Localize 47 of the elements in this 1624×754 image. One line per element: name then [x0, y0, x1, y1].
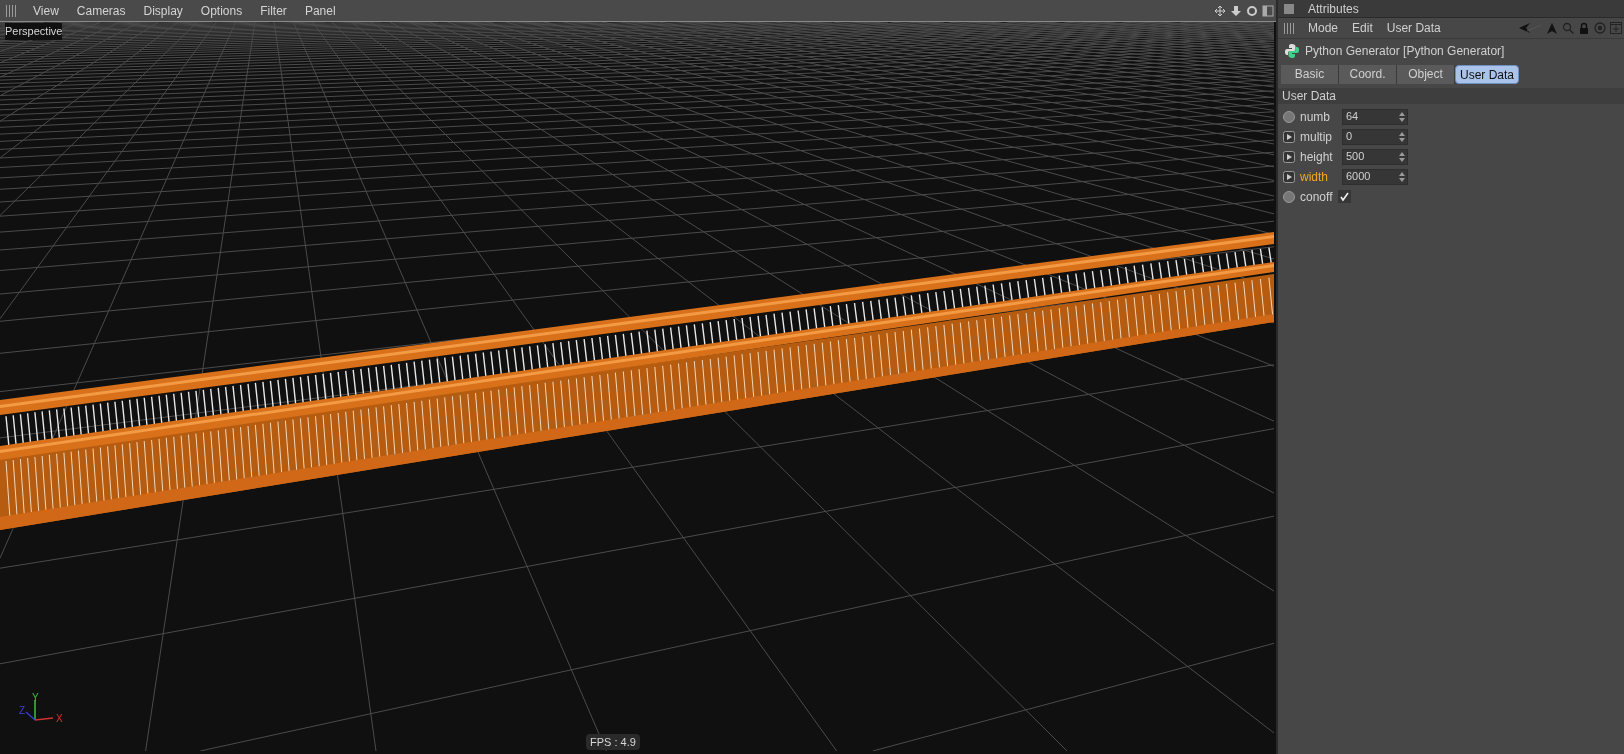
- fps-counter: FPS : 4.9: [586, 733, 640, 750]
- param-label: height: [1300, 148, 1334, 166]
- menu-item[interactable]: User Data: [1379, 19, 1448, 37]
- tab[interactable]: User Data: [1455, 64, 1520, 84]
- keyframe-toggle-icon[interactable]: [1283, 150, 1295, 163]
- camera-label: Perspective: [5, 23, 63, 40]
- square-icon[interactable]: [1284, 3, 1294, 14]
- spinner-arrows-icon[interactable]: [1399, 111, 1405, 122]
- number-field[interactable]: 6000: [1342, 168, 1408, 185]
- panel-title: Attributes: [1308, 0, 1359, 18]
- spinner-arrows-icon[interactable]: [1399, 171, 1405, 182]
- param-label: conoff: [1300, 188, 1334, 206]
- move-icon[interactable]: [1214, 4, 1226, 17]
- window-icon[interactable]: [1262, 4, 1274, 17]
- tab[interactable]: Object: [1397, 64, 1455, 84]
- lock-icon[interactable]: [1578, 22, 1590, 34]
- circle-icon[interactable]: [1283, 110, 1295, 123]
- rotate-icon[interactable]: [1246, 4, 1258, 17]
- arrow-down-icon[interactable]: [1230, 4, 1242, 17]
- number-field[interactable]: 500: [1342, 148, 1408, 165]
- param-label: width: [1300, 168, 1329, 186]
- menu-item[interactable]: Edit: [1345, 19, 1380, 37]
- menu-item[interactable]: Display: [134, 1, 192, 20]
- menu-item[interactable]: Mode: [1301, 19, 1346, 37]
- section-header: User Data: [1278, 88, 1624, 104]
- menu-item[interactable]: Panel: [295, 1, 345, 20]
- python-logo-icon: [1284, 43, 1300, 59]
- tab[interactable]: Coord.: [1339, 64, 1397, 84]
- tab[interactable]: Basic: [1281, 64, 1339, 84]
- checkbox[interactable]: [1338, 190, 1351, 203]
- keyframe-toggle-icon[interactable]: [1283, 130, 1295, 143]
- keyframe-toggle-icon[interactable]: [1283, 170, 1295, 183]
- menu-item[interactable]: Options: [191, 1, 252, 20]
- param-label: numb: [1300, 108, 1332, 126]
- back-arrow-icon[interactable]: [1518, 22, 1542, 34]
- object-name: Python Generator [Python Generator]: [1305, 43, 1505, 60]
- spinner-arrows-icon[interactable]: [1399, 151, 1405, 162]
- number-field[interactable]: 64: [1342, 108, 1408, 125]
- axis-gizmo: Y X Z: [19, 692, 63, 724]
- number-field[interactable]: 0: [1342, 128, 1408, 145]
- up-arrow-icon[interactable]: [1546, 22, 1558, 34]
- menu-item[interactable]: Filter: [251, 1, 296, 20]
- menu-item[interactable]: View: [24, 1, 68, 20]
- spinner-arrows-icon[interactable]: [1399, 131, 1405, 142]
- menu-item[interactable]: Cameras: [67, 1, 135, 20]
- param-label: multip: [1300, 128, 1333, 146]
- circle-icon[interactable]: [1283, 190, 1295, 203]
